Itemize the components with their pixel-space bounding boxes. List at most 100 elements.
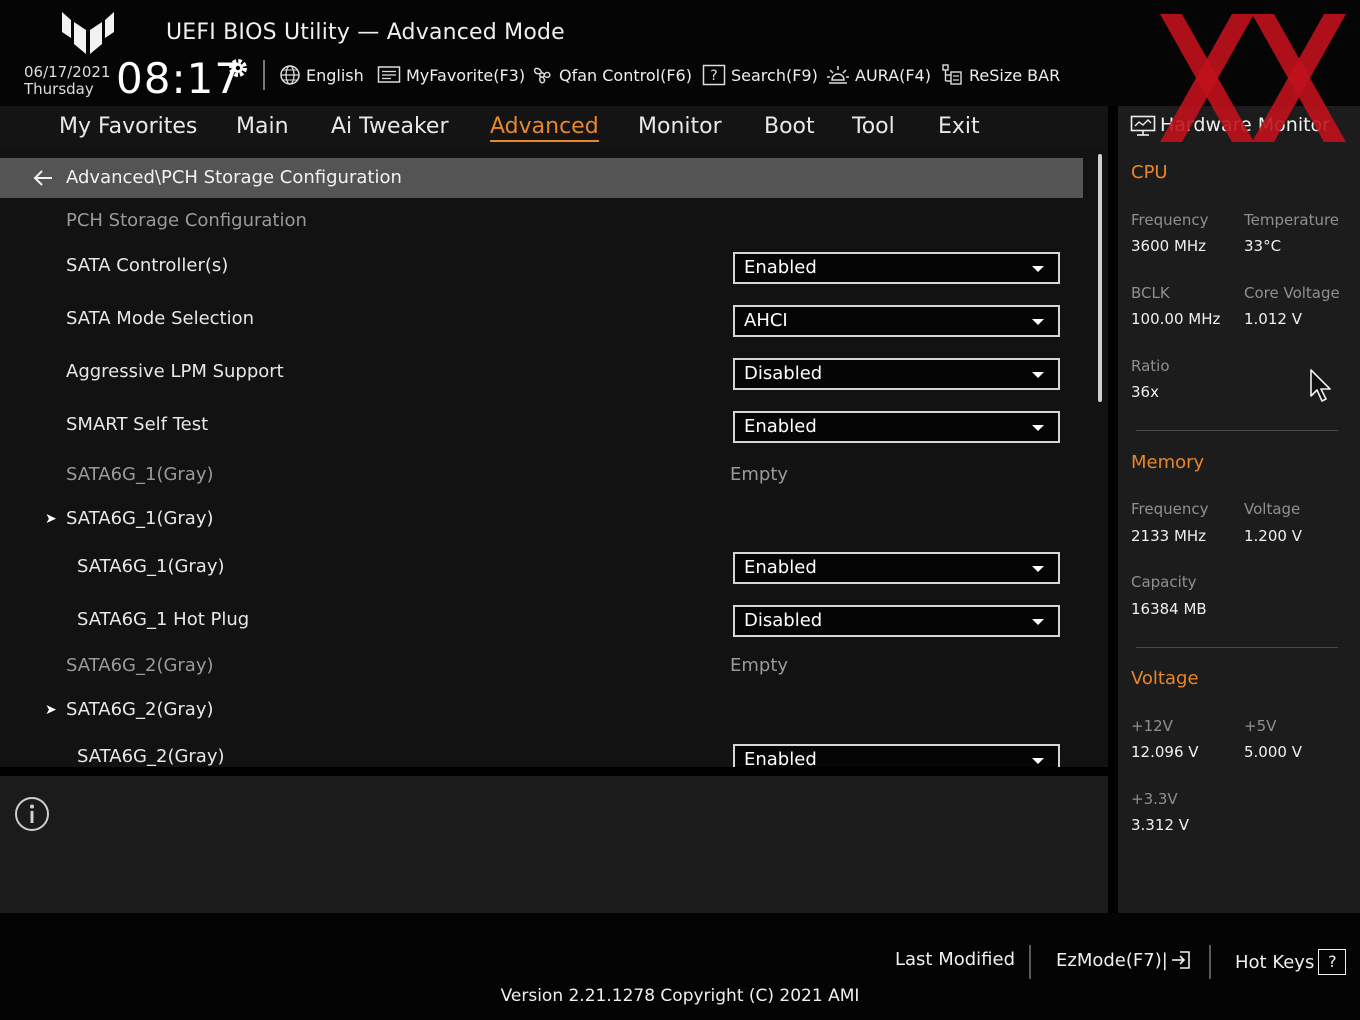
cpu-heading: CPU	[1131, 162, 1168, 183]
sata6g-2-enable-dropdown[interactable]: Enabled	[733, 744, 1060, 767]
search-button[interactable]: ? Search(F9)	[702, 62, 818, 88]
footer-bar: Last Modified EzMode(F7)| Hot Keys ? Ver…	[0, 913, 1360, 1020]
aura-button[interactable]: AURA(F4)	[826, 62, 931, 88]
favorite-list-icon	[377, 66, 401, 83]
sata-controllers-dropdown[interactable]: Enabled	[733, 252, 1060, 284]
sata6g-1-port-label: SATA6G_1(Gray)	[66, 464, 214, 485]
my-favorite-button[interactable]: MyFavorite(F3)	[377, 62, 525, 88]
tab-tool[interactable]: Tool	[852, 114, 895, 139]
sata6g-1-hot-plug-dropdown[interactable]: Disabled	[733, 605, 1060, 637]
monitor-icon	[1130, 115, 1156, 136]
sata-mode-selection-value: AHCI	[744, 310, 788, 331]
last-modified-button[interactable]: Last Modified	[895, 949, 1015, 970]
tab-my-favorites[interactable]: My Favorites	[59, 114, 197, 139]
aggressive-lpm-dropdown[interactable]: Disabled	[733, 358, 1060, 390]
resize-bar-label: ReSize BAR	[969, 65, 1061, 85]
date-text: 06/17/2021	[24, 63, 111, 81]
sata6g-1-enable-label: SATA6G_1(Gray)	[77, 556, 225, 577]
app-title: UEFI BIOS Utility — Advanced Mode	[166, 20, 565, 45]
fan-icon	[533, 67, 551, 84]
chevron-down-icon	[1032, 566, 1044, 572]
tab-ai-tweaker[interactable]: Ai Tweaker	[331, 114, 449, 139]
cpu-temperature-value: 33°C	[1244, 237, 1282, 255]
sata6g-2-enable-label: SATA6G_2(Gray)	[77, 746, 225, 767]
tab-monitor[interactable]: Monitor	[638, 114, 722, 139]
tab-boot[interactable]: Boot	[764, 114, 815, 139]
tab-advanced[interactable]: Advanced	[490, 114, 599, 142]
day-text: Thursday	[24, 80, 94, 98]
memory-capacity-label: Capacity	[1131, 573, 1197, 591]
tab-main[interactable]: Main	[236, 114, 289, 139]
aura-label: AURA(F4)	[855, 65, 931, 85]
sata6g-1-submenu[interactable]: SATA6G_1(Gray)	[66, 508, 214, 529]
hot-keys-label: Hot Keys	[1235, 951, 1315, 973]
sata6g-1-hot-plug-value: Disabled	[744, 610, 823, 631]
sata6g-1-enable-dropdown[interactable]: Enabled	[733, 552, 1060, 584]
section-title: PCH Storage Configuration	[66, 210, 307, 231]
smart-self-test-dropdown[interactable]: Enabled	[733, 411, 1060, 443]
qfan-control-label: Qfan Control(F6)	[559, 65, 692, 85]
chevron-down-icon	[1032, 758, 1044, 764]
sata6g-2-submenu[interactable]: SATA6G_2(Gray)	[66, 699, 214, 720]
chevron-down-icon	[1032, 319, 1044, 325]
xx-watermark-logo	[1160, 14, 1346, 142]
footer-divider	[1209, 945, 1211, 979]
core-voltage-label: Core Voltage	[1244, 284, 1340, 302]
smart-self-test-label: SMART Self Test	[66, 414, 209, 435]
resize-bar-button[interactable]: ReSize BAR	[940, 62, 1060, 88]
language-button[interactable]: English	[279, 62, 364, 88]
mouse-cursor-icon	[1310, 369, 1331, 402]
v5-label: +5V	[1244, 717, 1277, 735]
section-divider	[1136, 647, 1338, 648]
ratio-value: 36x	[1131, 383, 1159, 401]
header-bar: UEFI BIOS Utility — Advanced Mode 06/17/…	[0, 0, 1360, 106]
sata6g-1-port-status: Empty	[730, 464, 789, 485]
help-info-panel	[0, 776, 1108, 913]
v5-value: 5.000 V	[1244, 743, 1302, 761]
tab-exit[interactable]: Exit	[938, 114, 980, 139]
sata-controllers-label: SATA Controller(s)	[66, 255, 229, 276]
cpu-frequency-label: Frequency	[1131, 211, 1209, 229]
sata-controllers-value: Enabled	[744, 257, 817, 278]
main-tab-bar: My Favorites Main Ai Tweaker Advanced Mo…	[0, 106, 1108, 148]
smart-self-test-value: Enabled	[744, 416, 817, 437]
chevron-right-icon: ➤	[45, 511, 57, 527]
chevron-down-icon	[1032, 372, 1044, 378]
qfan-control-button[interactable]: Qfan Control(F6)	[530, 62, 692, 88]
cpu-temperature-label: Temperature	[1244, 211, 1340, 229]
v33-value: 3.312 V	[1131, 816, 1189, 834]
hot-keys-help-icon: ?	[1318, 949, 1347, 975]
version-text: Version 2.21.1278 Copyright (C) 2021 AMI	[500, 986, 860, 1006]
memory-heading: Memory	[1131, 452, 1205, 473]
cpu-frequency-value: 3600 MHz	[1131, 237, 1207, 255]
hot-keys-button[interactable]: Hot Keys ?	[1235, 949, 1347, 975]
search-help-icon: ?	[702, 64, 726, 86]
info-icon	[15, 797, 49, 831]
aggressive-lpm-value: Disabled	[744, 363, 823, 384]
sata6g-1-hot-plug-label: SATA6G_1 Hot Plug	[77, 609, 250, 630]
settings-scrollbar[interactable]	[1098, 154, 1102, 402]
memory-frequency-label: Frequency	[1131, 500, 1209, 518]
sata6g-1-enable-value: Enabled	[744, 557, 817, 578]
chevron-down-icon	[1032, 266, 1044, 272]
ezmode-button[interactable]: EzMode(F7)|	[1056, 949, 1192, 971]
v33-label: +3.3V	[1131, 790, 1178, 808]
memory-voltage-value: 1.200 V	[1244, 527, 1302, 545]
ratio-label: Ratio	[1131, 357, 1170, 375]
voltage-heading: Voltage	[1131, 668, 1199, 689]
sata-mode-selection-dropdown[interactable]: AHCI	[733, 305, 1060, 337]
chevron-down-icon	[1032, 619, 1044, 625]
chevron-down-icon	[1032, 425, 1044, 431]
language-label: English	[306, 65, 364, 85]
back-arrow-icon[interactable]	[32, 168, 54, 188]
date-display: 06/17/2021 Thursday	[24, 64, 110, 98]
globe-icon	[280, 65, 300, 85]
aura-light-icon	[827, 66, 849, 84]
hardware-monitor-panel: Hardware Monitor CPU Frequency 3600 MHz …	[1118, 106, 1360, 913]
clock-display: 08:17	[116, 54, 243, 103]
ezmode-label: EzMode(F7)|	[1056, 949, 1168, 971]
gear-icon[interactable]	[226, 56, 250, 80]
sata6g-2-port-label: SATA6G_2(Gray)	[66, 655, 214, 676]
memory-capacity-value: 16384 MB	[1131, 600, 1207, 618]
breadcrumb: Advanced\PCH Storage Configuration	[0, 158, 1083, 198]
